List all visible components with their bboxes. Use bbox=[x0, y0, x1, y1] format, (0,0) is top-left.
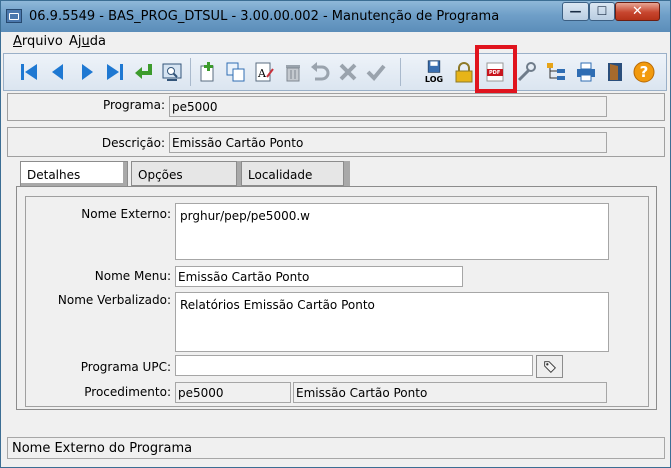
menu-arquivo[interactable]: Arquivo bbox=[13, 34, 63, 49]
copy-button[interactable] bbox=[224, 60, 248, 84]
previous-record-icon bbox=[52, 64, 63, 80]
close-button[interactable]: ✕ bbox=[615, 2, 660, 21]
tree-structure-icon bbox=[547, 63, 565, 80]
svg-text:A: A bbox=[257, 67, 267, 80]
window-title: 06.9.5549 - BAS_PROG_DTSUL - 3.00.00.002… bbox=[29, 9, 500, 24]
save-button[interactable] bbox=[364, 60, 388, 84]
app-icon bbox=[6, 9, 22, 23]
nome-menu-field[interactable]: Emissão Cartão Ponto bbox=[175, 266, 463, 287]
toolbar: A LOG PDF ? bbox=[3, 53, 667, 91]
first-record-icon bbox=[21, 64, 37, 80]
structure-button[interactable] bbox=[544, 60, 568, 84]
title-bar[interactable]: 06.9.5549 - BAS_PROG_DTSUL - 3.00.00.002… bbox=[1, 1, 670, 32]
previous-record-button[interactable] bbox=[46, 60, 70, 84]
search-button[interactable] bbox=[160, 60, 184, 84]
printer-icon bbox=[577, 62, 595, 82]
tab-opcoes[interactable]: Opções bbox=[131, 161, 237, 186]
procedimento-label: Procedimento: bbox=[84, 385, 171, 399]
nome-verbalizado-field[interactable]: Relatórios Emissão Cartão Ponto bbox=[175, 292, 609, 352]
nome-externo-label: Nome Externo: bbox=[81, 207, 171, 221]
lock-button[interactable] bbox=[452, 60, 476, 84]
next-record-button[interactable] bbox=[75, 60, 99, 84]
main-window: 06.9.5549 - BAS_PROG_DTSUL - 3.00.00.002… bbox=[0, 0, 671, 468]
descricao-label: Descrição: bbox=[101, 136, 165, 150]
zoom-upc-button[interactable] bbox=[536, 355, 563, 378]
print-button[interactable] bbox=[574, 60, 598, 84]
check-icon bbox=[366, 64, 386, 81]
lock-icon bbox=[455, 62, 473, 83]
copy-icon bbox=[226, 62, 245, 82]
minimize-icon: — bbox=[569, 4, 582, 18]
cancel-button[interactable] bbox=[336, 60, 360, 84]
cancel-x-icon bbox=[339, 63, 357, 81]
zoom-hand-icon bbox=[543, 360, 556, 373]
wrench-icon bbox=[517, 62, 536, 82]
exit-door-icon bbox=[608, 63, 622, 81]
status-bar: Nome Externo do Programa bbox=[7, 437, 665, 459]
menu-arquivo-label: rquivo bbox=[21, 34, 63, 49]
delete-button[interactable] bbox=[281, 60, 305, 84]
nome-externo-field[interactable]: prghur/pep/pe5000.w bbox=[175, 203, 609, 260]
maximize-button[interactable]: ☐ bbox=[589, 2, 615, 21]
menu-ajuda-label-b: da bbox=[89, 34, 106, 49]
programa-upc-field[interactable] bbox=[175, 355, 533, 376]
tab-localidade[interactable]: Localidade bbox=[241, 161, 344, 186]
programa-upc-label: Programa UPC: bbox=[80, 360, 171, 374]
go-to-button[interactable] bbox=[132, 60, 156, 84]
menu-bar: Arquivo Ajuda bbox=[1, 32, 670, 52]
procedimento-description-field[interactable]: Emissão Cartão Ponto bbox=[293, 382, 607, 403]
nome-menu-label: Nome Menu: bbox=[94, 269, 171, 283]
menu-ajuda-mnemonic: u bbox=[81, 34, 90, 49]
help-label: ? bbox=[639, 63, 649, 81]
undo-button[interactable] bbox=[308, 60, 332, 84]
programa-field[interactable]: pe5000 bbox=[169, 96, 607, 117]
add-button[interactable] bbox=[196, 60, 220, 84]
edit-text-icon: A bbox=[255, 62, 274, 82]
maximize-icon: ☐ bbox=[596, 4, 608, 18]
tab-detalhes[interactable]: Detalhes bbox=[20, 161, 128, 187]
next-record-icon bbox=[82, 64, 93, 80]
first-record-button[interactable] bbox=[17, 60, 41, 84]
pdf-button-highlight bbox=[475, 45, 517, 93]
descricao-field[interactable]: Emissão Cartão Ponto bbox=[169, 132, 607, 153]
last-record-button[interactable] bbox=[103, 60, 127, 84]
nome-verbalizado-label: Nome Verbalizado: bbox=[57, 293, 171, 307]
log-label: LOG bbox=[424, 75, 444, 84]
enter-arrow-icon bbox=[135, 64, 152, 79]
menu-arquivo-mnemonic: A bbox=[13, 34, 22, 49]
toolbar-separator bbox=[190, 58, 191, 86]
undo-icon bbox=[311, 62, 330, 81]
menu-ajuda-label-a: Aj bbox=[69, 34, 82, 49]
new-document-icon bbox=[200, 62, 214, 82]
help-button[interactable]: ? bbox=[632, 60, 656, 84]
tools-button[interactable] bbox=[514, 60, 538, 84]
exit-button[interactable] bbox=[603, 60, 627, 84]
programa-label: Programa: bbox=[102, 98, 165, 112]
menu-ajuda[interactable]: Ajuda bbox=[69, 34, 106, 49]
toolbar-separator bbox=[400, 58, 401, 86]
edit-button[interactable]: A bbox=[252, 60, 276, 84]
log-disk-icon bbox=[427, 60, 441, 73]
close-icon: ✕ bbox=[632, 4, 643, 19]
minimize-button[interactable]: — bbox=[562, 2, 589, 21]
trash-icon bbox=[286, 65, 300, 82]
procedimento-code-field[interactable]: pe5000 bbox=[175, 382, 291, 403]
tab-shadow bbox=[344, 161, 350, 186]
log-button[interactable]: LOG bbox=[422, 60, 446, 84]
search-screen-icon bbox=[162, 63, 182, 81]
last-record-icon bbox=[107, 64, 123, 80]
